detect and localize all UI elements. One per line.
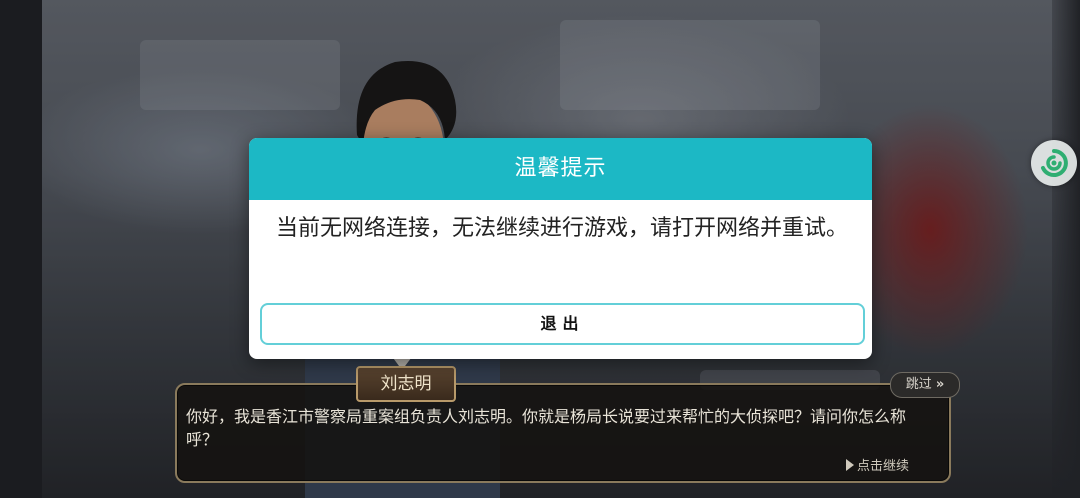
network-warning-dialog: 温馨提示 当前无网络连接，无法继续进行游戏，请打开网络并重试。 退出 xyxy=(249,138,872,359)
dialogue-text: 你好，我是香江市警察局重案组负责人刘志明。你就是杨局长说要过来帮忙的大侦探吧？请… xyxy=(186,407,907,449)
dialog-title: 温馨提示 xyxy=(249,138,872,200)
skip-button[interactable]: 跳过 » xyxy=(890,372,960,398)
continue-hint[interactable]: 点击继续 xyxy=(846,458,909,476)
dialog-message: 当前无网络连接，无法继续进行游戏，请打开网络并重试。 xyxy=(276,216,849,241)
exit-button[interactable]: 退出 xyxy=(260,303,865,345)
game-assistant-icon xyxy=(1041,149,1068,177)
skip-label: 跳过 xyxy=(905,377,932,392)
game-screen: 刘志明 跳过 » 你好，我是香江市警察局重案组负责人刘志明。你就是杨局长说要过来… xyxy=(0,0,1080,498)
game-assistant-button[interactable] xyxy=(1031,140,1077,186)
continue-label: 点击继续 xyxy=(857,459,910,474)
double-chevron-icon: » xyxy=(935,377,945,392)
play-arrow-icon xyxy=(846,459,854,471)
speaker-name-tag: 刘志明 xyxy=(356,366,456,402)
